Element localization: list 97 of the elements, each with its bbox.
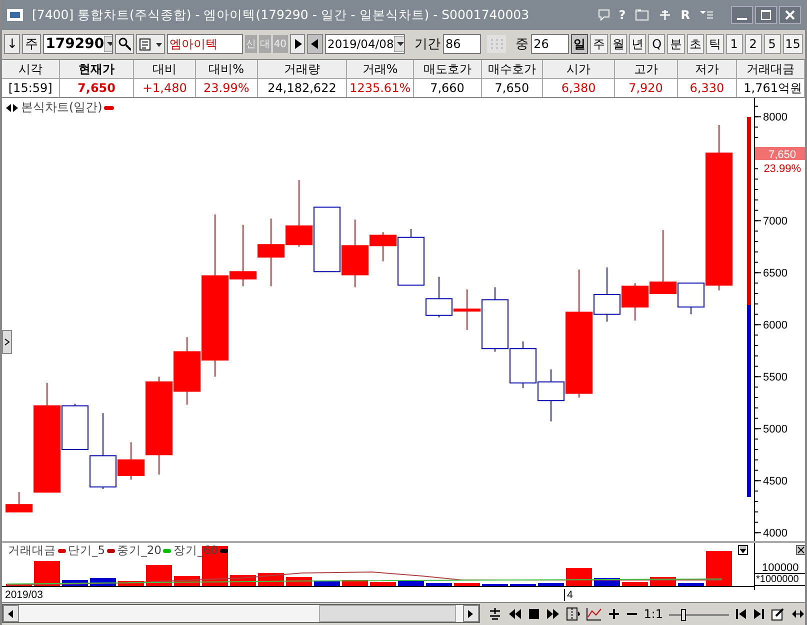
stop-icon[interactable] (528, 608, 540, 620)
minimize-button[interactable] (731, 6, 753, 24)
dropdown-arrow-icon[interactable] (104, 36, 112, 52)
count-label: 중 (516, 36, 529, 53)
sort-button[interactable]: ↓ (4, 34, 20, 54)
edit-icon[interactable] (771, 606, 785, 620)
next-button[interactable] (290, 34, 306, 54)
expand-icon[interactable] (791, 608, 805, 620)
interval-tab[interactable]: 2 (744, 34, 762, 54)
maximize-icon (761, 10, 771, 20)
table-cell: 24,182,622 (258, 79, 348, 97)
table-cell: 6,330 (678, 79, 738, 97)
count-field[interactable]: 26 (530, 34, 569, 54)
candlestick (286, 180, 312, 248)
window-title: [7400] 통합차트(주식종합) - 엠아이텍(179290 - 일간 - 일본식차트) - S0001740003 (32, 6, 530, 24)
close-icon (785, 10, 795, 20)
legend-swatch-icon (104, 106, 114, 110)
interval-tab[interactable]: 월 (610, 34, 627, 54)
axis-tick-label: 7000 (763, 216, 788, 228)
market-select[interactable]: 주 (22, 34, 41, 54)
table-cell: 7,660 (414, 79, 482, 97)
legend-label: 중기_20 (117, 543, 162, 558)
price-tag (755, 147, 805, 160)
scroll-thumb[interactable] (319, 605, 456, 622)
scroll-right-icon[interactable] (462, 605, 479, 622)
current-price-label: 7,650 (768, 149, 796, 161)
interval-tab[interactable]: 주 (590, 34, 608, 54)
search-button[interactable] (114, 34, 134, 54)
period-field[interactable]: 86 (442, 34, 481, 54)
date-field[interactable]: 2019/04/08 (324, 34, 405, 54)
back-icon (310, 38, 320, 50)
scroll-left-icon[interactable] (3, 605, 19, 622)
fast-forward-icon[interactable] (546, 608, 560, 620)
axis-tick-label: 5000 (763, 424, 788, 436)
maximize-panel-icon[interactable] (738, 545, 748, 555)
zoom-in-icon[interactable] (608, 608, 620, 620)
table-cell: 7,650 (60, 79, 134, 97)
legend-label: 거래대금 (8, 543, 56, 558)
table-cell: 1235.61% (347, 79, 414, 97)
maximize-button[interactable] (755, 6, 777, 24)
interval-tab[interactable]: 분 (667, 34, 685, 54)
horizontal-scrollbar[interactable] (2, 604, 480, 623)
name-field[interactable]: 엠아이텍 (166, 34, 243, 54)
candlestick (258, 218, 284, 287)
prev-button[interactable] (307, 34, 323, 54)
interval-tab[interactable]: Q (648, 34, 666, 54)
last-icon[interactable] (753, 608, 765, 620)
r-button[interactable]: R (680, 8, 690, 22)
table-cell: 1,761억원 (737, 79, 805, 97)
app-icon (6, 7, 24, 23)
axis-tick-label: 5500 (763, 372, 788, 384)
axis-tick-label: 100000 (762, 562, 799, 574)
zoom-slider-thumb[interactable] (681, 608, 686, 620)
expand-handle[interactable] (2, 330, 12, 354)
interval-tab[interactable]: 년 (628, 34, 646, 54)
arrows-icon[interactable] (5, 102, 19, 112)
list-icon[interactable] (699, 9, 713, 21)
interval-tab[interactable]: 일 (570, 34, 588, 54)
table-cell: 23.99% (196, 79, 258, 97)
table-cell: +1,480 (134, 79, 196, 97)
play-icon (292, 38, 302, 50)
date-axis-label: 2019/03 (5, 589, 43, 601)
table-cell: 7,920 (614, 79, 678, 97)
table-cell: 6,380 (543, 79, 615, 97)
interval-tab[interactable]: 5 (764, 34, 781, 54)
change-percent-label: 23.99% (764, 163, 801, 175)
help-button[interactable]: ? (618, 8, 626, 22)
chart-legend: 본식차트(일간) (21, 99, 102, 116)
table-cell: [15:59] (2, 79, 60, 97)
first-icon[interactable] (735, 608, 747, 620)
interval-tab[interactable]: 초 (686, 34, 704, 54)
close-button[interactable] (779, 6, 801, 24)
axis-tick-label: 4500 (763, 476, 788, 488)
unit-label: *1000000 (754, 573, 805, 586)
legend-label: 단기_5 (68, 543, 106, 558)
axis-tick-label: 6000 (763, 320, 788, 332)
columns-icon[interactable] (566, 606, 580, 620)
rewind-icon[interactable] (508, 608, 522, 620)
code-field[interactable]: 179290 (42, 34, 113, 54)
zoom-ratio-label[interactable]: 1:1 (644, 606, 663, 620)
minimize-icon (737, 18, 747, 20)
axis-tick-label: 4000 (763, 528, 788, 540)
axis-tick-label: 8000 (763, 112, 788, 124)
period-label: 기간 (414, 36, 441, 53)
memo-button[interactable] (136, 34, 165, 54)
close-panel-icon[interactable] (796, 545, 805, 555)
interval-tab[interactable]: 15 (782, 34, 804, 54)
interval-tab[interactable]: 틱 (706, 34, 724, 54)
table-cell: 7,650 (482, 79, 544, 97)
candlestick (426, 276, 452, 318)
chart-icon[interactable] (586, 606, 602, 620)
axis-tick-label: 6500 (763, 268, 788, 280)
candlestick (314, 206, 340, 272)
candlestick (510, 340, 536, 389)
date-axis-label: 4 (564, 589, 573, 601)
interval-tab[interactable]: 1 (726, 34, 743, 54)
dropdown-arrow-icon[interactable] (394, 36, 404, 52)
